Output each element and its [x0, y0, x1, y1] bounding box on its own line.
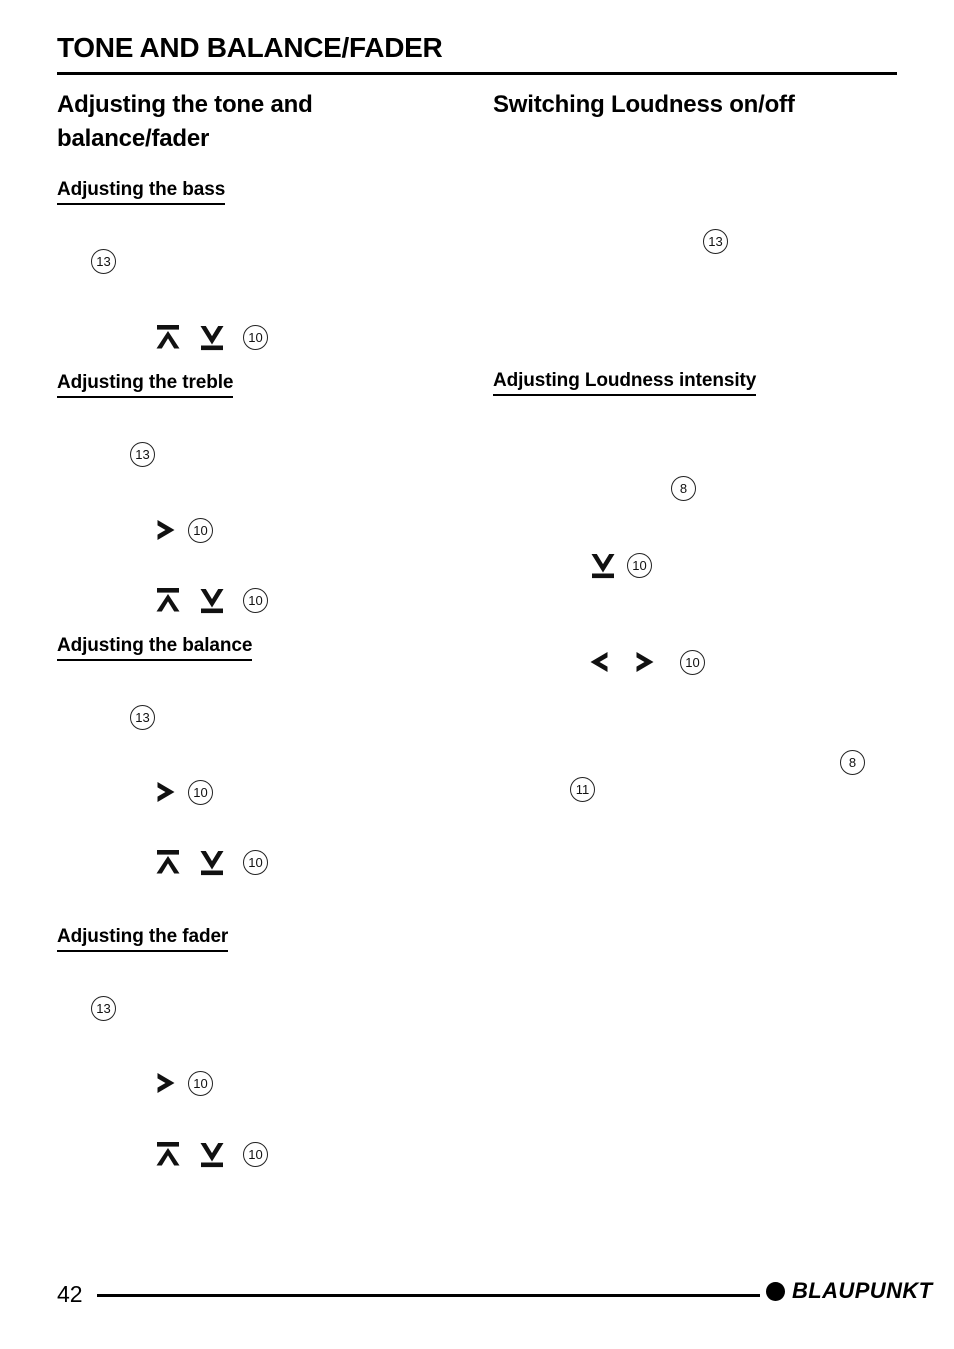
- ref-badge-8[interactable]: 8: [671, 476, 696, 501]
- ref-badge-13[interactable]: 13: [91, 249, 116, 274]
- footer-divider: [97, 1294, 760, 1297]
- chevron-up-bar-icon[interactable]: [155, 323, 181, 351]
- ref-badge-13[interactable]: 13: [130, 442, 155, 467]
- right-column: Switching Loudness on/off: [493, 88, 903, 122]
- step-ref-group-balance-3: 10: [155, 848, 268, 876]
- section-heading-adjusting-the-bass: Adjusting the bass: [57, 178, 225, 205]
- section-heading-adjusting-the-fader-wrap: Adjusting the fader: [57, 925, 228, 952]
- left-column-title: Adjusting the tone and balance/fader: [57, 91, 313, 153]
- section-heading-adjusting-the-treble: Adjusting the treble: [57, 371, 234, 398]
- ref-badge-10[interactable]: 10: [627, 552, 652, 578]
- section-heading-adjusting-the-balance: Adjusting the balance: [57, 634, 252, 661]
- chevron-down-bar-icon[interactable]: [199, 1140, 225, 1168]
- section-heading-adjusting-the-fader: Adjusting the fader: [57, 925, 228, 952]
- step-ref-group-loudness-2: 8: [671, 476, 696, 501]
- step-ref-group-loudness-1: 13: [703, 229, 728, 254]
- step-ref-group-treble-3: 10: [155, 586, 268, 614]
- step-ref-group-bass-2: 10: [155, 323, 268, 351]
- chevron-down-bar-icon[interactable]: [199, 586, 225, 614]
- ref-badge-10[interactable]: 10: [188, 779, 213, 805]
- filled-circle-icon: [766, 1281, 785, 1301]
- step-ref-group-fader-2: 10: [155, 1070, 213, 1096]
- chevron-down-bar-icon[interactable]: [199, 323, 225, 351]
- ref-badge-11[interactable]: 11: [570, 777, 595, 802]
- chevron-down-bar-icon[interactable]: [590, 551, 616, 579]
- brand-wordmark: BLAUPUNKT: [792, 1278, 933, 1303]
- ref-badge-10[interactable]: 10: [680, 649, 705, 675]
- step-ref-group-balance-2: 10: [155, 779, 213, 805]
- page-title: TONE AND BALANCE/FADER: [57, 32, 443, 63]
- step-ref-group-bass-1: 13: [91, 249, 116, 274]
- section-heading-adjusting-loudness-intensity-wrap: Adjusting Loudness intensity: [493, 369, 756, 396]
- section-heading-adjusting-the-treble-wrap: Adjusting the treble: [57, 371, 234, 398]
- section-heading-adjusting-the-bass-wrap: Adjusting the bass: [57, 178, 225, 205]
- step-ref-group-fader-1: 13: [91, 996, 116, 1021]
- left-column: Adjusting the tone and balance/fader: [57, 88, 467, 156]
- section-heading-adjusting-loudness-intensity: Adjusting Loudness intensity: [493, 369, 756, 396]
- step-ref-group-loudness-4: 10: [588, 649, 705, 675]
- chevron-up-bar-icon[interactable]: [155, 1140, 181, 1168]
- chevron-right-icon[interactable]: [155, 1070, 177, 1096]
- section-heading-adjusting-the-balance-wrap: Adjusting the balance: [57, 634, 252, 661]
- manual-page: TONE AND BALANCE/FADER Adjusting the ton…: [0, 0, 954, 1349]
- step-ref-group-treble-1: 13: [130, 442, 155, 467]
- step-ref-group-fader-3: 10: [155, 1140, 268, 1168]
- brand-logo: BLAUPUNKT: [766, 1280, 932, 1302]
- step-ref-group-balance-1: 13: [130, 705, 155, 730]
- ref-badge-13[interactable]: 13: [130, 705, 155, 730]
- chevron-up-bar-icon[interactable]: [155, 848, 181, 876]
- step-ref-group-loudness-5: 8: [840, 750, 865, 775]
- step-ref-group-loudness-6: 11: [570, 777, 595, 802]
- header-divider: [57, 72, 897, 75]
- chevron-up-bar-icon[interactable]: [155, 586, 181, 614]
- ref-badge-10[interactable]: 10: [188, 517, 213, 543]
- right-column-title: Switching Loudness on/off: [493, 91, 795, 118]
- ref-badge-13[interactable]: 13: [91, 996, 116, 1021]
- ref-badge-10[interactable]: 10: [243, 849, 268, 875]
- ref-badge-10[interactable]: 10: [188, 1070, 213, 1096]
- ref-badge-10[interactable]: 10: [243, 587, 268, 613]
- chevron-left-icon[interactable]: [588, 649, 610, 675]
- chevron-right-icon[interactable]: [155, 779, 177, 805]
- ref-badge-10[interactable]: 10: [243, 1141, 268, 1167]
- footer-page-number: 42: [57, 1281, 83, 1307]
- chevron-right-icon[interactable]: [155, 517, 177, 543]
- ref-badge-10[interactable]: 10: [243, 324, 268, 350]
- chevron-down-bar-icon[interactable]: [199, 848, 225, 876]
- ref-badge-8[interactable]: 8: [840, 750, 865, 775]
- step-ref-group-loudness-3: 10: [590, 551, 652, 579]
- step-ref-group-treble-2: 10: [155, 517, 213, 543]
- ref-badge-13[interactable]: 13: [703, 229, 728, 254]
- chevron-right-icon[interactable]: [634, 649, 656, 675]
